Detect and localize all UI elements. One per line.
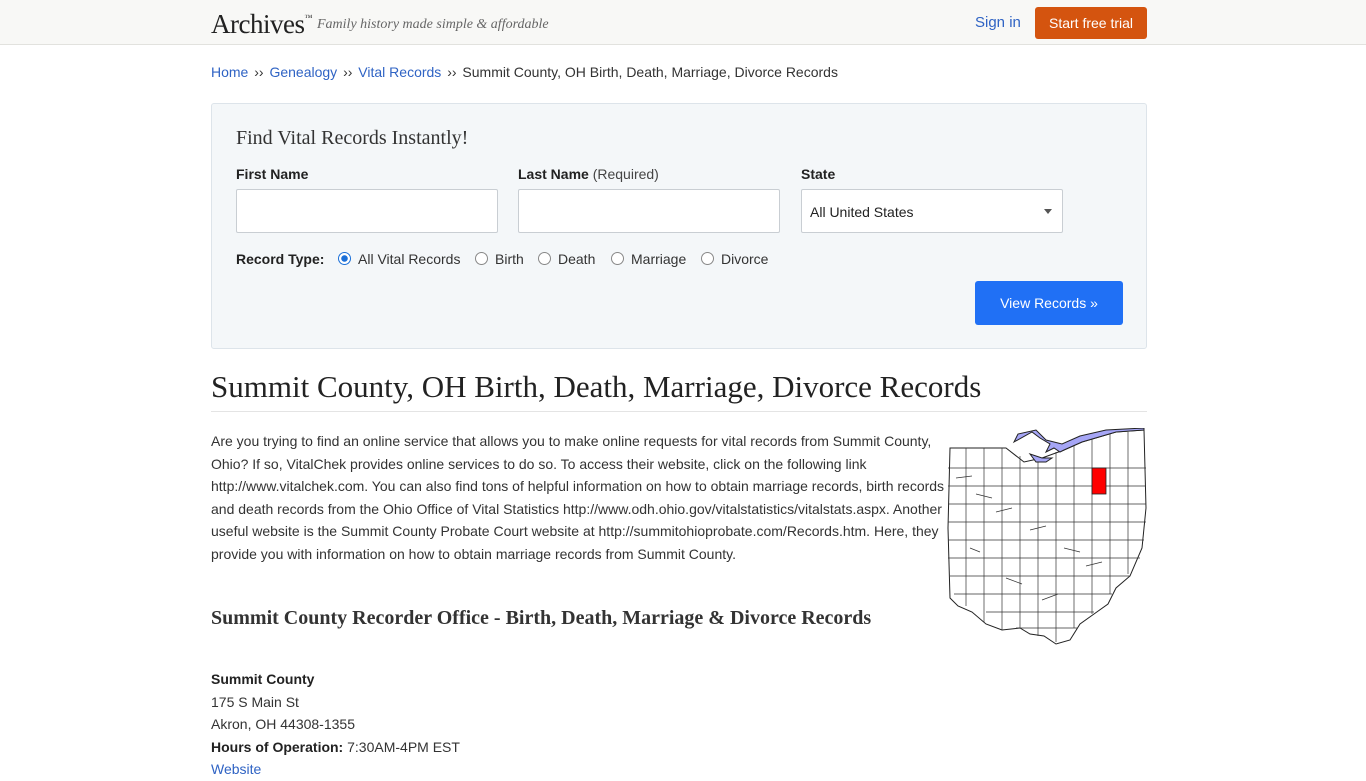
breadcrumb-home[interactable]: Home (211, 64, 248, 80)
radio-label: Divorce (721, 251, 769, 267)
breadcrumb-separator: ›› (254, 64, 264, 80)
first-name-label: First Name (236, 166, 309, 182)
radio-unchecked-icon (611, 252, 624, 265)
section-title: Summit County Recorder Office - Birth, D… (211, 607, 872, 629)
logo-text: Archives (211, 9, 305, 39)
title-divider (211, 411, 1147, 412)
view-records-button[interactable]: View Records » (975, 281, 1123, 325)
last-name-label-text: Last Name (518, 166, 589, 182)
breadcrumb-vital-records[interactable]: Vital Records (358, 64, 441, 80)
chevron-down-icon (1044, 209, 1052, 214)
radio-death[interactable]: Death (538, 251, 595, 267)
radio-marriage[interactable]: Marriage (611, 251, 686, 267)
radio-label: Death (558, 251, 596, 267)
state-selected-value: All United States (810, 204, 914, 220)
radio-unchecked-icon (475, 252, 488, 265)
first-name-input[interactable] (236, 189, 498, 233)
radio-label: All Vital Records (358, 251, 461, 267)
office-address-line2: Akron, OH 44308-1355 (211, 716, 355, 732)
breadcrumb-current: Summit County, OH Birth, Death, Marriage… (462, 64, 838, 80)
last-name-label: Last Name (Required) (518, 166, 659, 182)
radio-unchecked-icon (701, 252, 714, 265)
last-name-input[interactable] (518, 189, 780, 233)
hours-label: Hours of Operation: (211, 738, 344, 755)
intro-paragraph: Are you trying to find an online service… (211, 433, 945, 562)
office-hours: Hours of Operation: 7:30AM-4PM EST (211, 736, 460, 759)
radio-label: Marriage (631, 251, 687, 267)
tagline: Family history made simple & affordable (317, 17, 549, 32)
office-address-line1: 175 S Main St (211, 693, 299, 710)
radio-checked-icon (338, 252, 351, 265)
state-label: State (801, 166, 836, 182)
search-title: Find Vital Records Instantly! (236, 127, 469, 149)
radio-divorce[interactable]: Divorce (701, 251, 768, 267)
radio-birth[interactable]: Birth (475, 251, 524, 267)
record-type-label: Record Type: (236, 251, 325, 267)
office-website-link[interactable]: Website (211, 761, 261, 777)
page-title: Summit County, OH Birth, Death, Marriage… (211, 369, 982, 404)
hours-value: 7:30AM-4PM EST (347, 738, 460, 755)
logo-trademark: ™ (304, 13, 312, 22)
office-info: Summit County 175 S Main St Akron, OH 44… (211, 668, 460, 781)
state-select[interactable]: All United States (801, 189, 1063, 233)
breadcrumb: Home ›› Genealogy ›› Vital Records ›› Su… (211, 64, 838, 80)
logo[interactable]: Archives™ (211, 9, 312, 40)
radio-unchecked-icon (538, 252, 551, 265)
search-panel: Find Vital Records Instantly! First Name… (211, 103, 1147, 349)
office-name: Summit County (211, 671, 315, 687)
summit-county-highlight (1091, 467, 1107, 495)
sign-in-link[interactable]: Sign in (975, 14, 1021, 31)
radio-label: Birth (495, 251, 524, 267)
required-note: (Required) (592, 166, 659, 182)
top-bar: Archives™ Family history made simple & a… (0, 0, 1366, 45)
breadcrumb-separator: ›› (343, 64, 353, 80)
ohio-county-map (947, 428, 1147, 645)
radio-all-vital-records[interactable]: All Vital Records (338, 251, 460, 267)
breadcrumb-genealogy[interactable]: Genealogy (269, 64, 337, 80)
breadcrumb-separator: ›› (447, 64, 457, 80)
start-free-trial-button[interactable]: Start free trial (1035, 7, 1147, 39)
